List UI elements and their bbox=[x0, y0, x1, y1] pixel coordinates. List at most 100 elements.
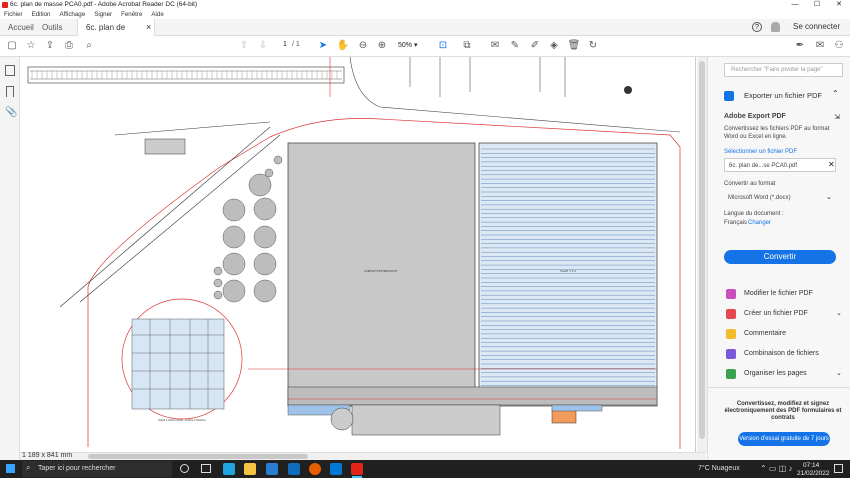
sign-in-link[interactable]: Se connecter bbox=[793, 22, 840, 31]
cortana-icon[interactable] bbox=[180, 464, 189, 473]
comment-tool-icon bbox=[726, 329, 736, 339]
export-pdf-header[interactable]: Exporter un fichier PDF ⌃ bbox=[724, 89, 848, 103]
document-canvas[interactable]: SURFACE D'EXTENSION HT HALLE n°3 A Détai… bbox=[20, 57, 696, 452]
fit-page-icon[interactable]: ⊡ bbox=[436, 39, 450, 53]
tool-organize[interactable]: Organiser les pages ⌄ bbox=[726, 367, 846, 381]
tab-close-button[interactable]: × bbox=[146, 19, 151, 36]
doc-language-label: Langue du document : bbox=[724, 211, 784, 217]
tools-search-input[interactable]: Rechercher "Faire pivoter la page" bbox=[724, 63, 843, 77]
right-tools-panel: Rechercher "Faire pivoter la page" Expor… bbox=[707, 57, 850, 460]
outlook-icon[interactable] bbox=[330, 463, 342, 475]
menu-help[interactable]: Aide bbox=[151, 10, 163, 19]
notification-icon[interactable] bbox=[834, 464, 843, 473]
tool-comment[interactable]: Commentaire bbox=[726, 327, 846, 341]
toolbar: ▢ ☆ ⇪ ⎙ ⌕ ⇧ ⇩ 1 / 1 ➤ ✋ ⊖ ⊕ 50% ▾ ⊡ ⧉ ✉ … bbox=[0, 36, 850, 57]
fill-sign-icon[interactable]: ✒ bbox=[793, 39, 807, 53]
horizontal-scrollbar[interactable]: 1 189 x 841 mm bbox=[20, 452, 706, 460]
page-number-input[interactable]: 1 bbox=[278, 41, 292, 52]
export-pdf-title: Exporter un fichier PDF bbox=[744, 91, 822, 100]
maximize-button[interactable]: ☐ bbox=[806, 0, 828, 10]
taskbar-search-box[interactable]: ⌕ Taper ici pour rechercher bbox=[22, 461, 172, 477]
acrobat-taskbar-icon[interactable] bbox=[351, 463, 363, 475]
close-window-button[interactable]: ✕ bbox=[828, 0, 850, 10]
save-icon[interactable]: ▢ bbox=[5, 39, 19, 53]
search-icon[interactable]: ⌕ bbox=[82, 39, 96, 53]
format-select[interactable]: Microsoft Word (*.docx) ⌄ bbox=[724, 191, 836, 205]
pin-icon[interactable]: ⇲ bbox=[834, 113, 840, 121]
firefox-icon[interactable] bbox=[309, 463, 321, 475]
tool-create-pdf[interactable]: Créer un fichier PDF ⌄ bbox=[726, 307, 846, 321]
tool-create-pdf-label: Créer un fichier PDF bbox=[744, 310, 808, 317]
tool-combine-label: Combinaison de fichiers bbox=[744, 350, 819, 357]
scroll-mode-icon[interactable]: ⧉ bbox=[460, 39, 474, 53]
bookmarks-icon[interactable] bbox=[6, 86, 14, 97]
free-trial-button[interactable]: Version d'essai gratuite de 7 jours bbox=[738, 432, 830, 446]
email-icon[interactable]: ✉ bbox=[813, 39, 827, 53]
share-icon[interactable]: ⚇ bbox=[832, 39, 846, 53]
page-down-icon[interactable]: ⇩ bbox=[256, 39, 270, 53]
select-cursor-icon[interactable]: ➤ bbox=[316, 39, 330, 53]
chevron-down-icon[interactable]: ⌄ bbox=[836, 367, 842, 381]
tool-combine[interactable]: Combinaison de fichiers bbox=[726, 347, 846, 361]
page-size-readout: 1 189 x 841 mm bbox=[22, 452, 73, 459]
create-pdf-icon bbox=[726, 309, 736, 319]
remove-file-icon[interactable]: ✕ bbox=[828, 160, 835, 169]
windows-start-icon[interactable] bbox=[6, 464, 15, 473]
zoom-value: 50% bbox=[398, 42, 413, 49]
share-upload-icon[interactable]: ⇪ bbox=[43, 39, 57, 53]
delete-icon[interactable]: 🗑 bbox=[567, 39, 581, 53]
select-pdf-link[interactable]: Sélectionner un fichier PDF bbox=[724, 148, 797, 156]
hand-icon[interactable]: ✋ bbox=[336, 39, 350, 53]
weather-status[interactable]: 7°C Nuageux bbox=[698, 465, 740, 472]
tool-organize-label: Organiser les pages bbox=[744, 370, 807, 377]
minimize-button[interactable]: — bbox=[784, 0, 806, 10]
thumbnails-icon[interactable] bbox=[5, 65, 15, 76]
taskbar-search-placeholder: Taper ici pour rechercher bbox=[38, 465, 116, 472]
combine-files-icon bbox=[726, 349, 736, 359]
tab-document[interactable]: 6c. plan de masse PCA0... × bbox=[77, 19, 155, 49]
selected-file-field[interactable]: 6c. plan de...se PCA0.pdf ✕ bbox=[724, 158, 836, 172]
zoom-select[interactable]: 50% ▾ bbox=[398, 41, 426, 49]
rotate-icon[interactable]: ↻ bbox=[586, 39, 600, 53]
zoom-in-icon[interactable]: ⊕ bbox=[375, 39, 389, 53]
chevron-down-icon[interactable]: ⌄ bbox=[836, 307, 842, 321]
building-right-label: HALLE n°3 A bbox=[560, 269, 576, 273]
bookmark-star-icon[interactable]: ☆ bbox=[24, 39, 38, 53]
print-icon[interactable]: ⎙ bbox=[62, 39, 76, 53]
hscrollbar-thumb[interactable] bbox=[88, 454, 308, 459]
clock-date[interactable]: 21/02/2022 bbox=[797, 470, 830, 477]
tab-tools[interactable]: Outils bbox=[34, 19, 70, 36]
edit-pdf-icon bbox=[726, 289, 736, 299]
chevron-up-icon[interactable]: ⌃ bbox=[832, 89, 839, 98]
question-icon[interactable]: ? bbox=[752, 22, 762, 32]
change-language-link[interactable]: Changer bbox=[748, 219, 771, 227]
clock-time[interactable]: 07:14 bbox=[803, 462, 819, 469]
zoom-out-icon[interactable]: ⊖ bbox=[356, 39, 370, 53]
tab-bar: Accueil Outils 6c. plan de masse PCA0...… bbox=[0, 19, 850, 49]
mail-icon[interactable] bbox=[288, 463, 300, 475]
convert-button[interactable]: Convertir bbox=[724, 250, 836, 264]
edge-icon[interactable] bbox=[223, 463, 235, 475]
tray-icons[interactable]: ⌃ ▭ ◫ ♪ bbox=[760, 464, 793, 473]
bell-icon[interactable] bbox=[771, 22, 780, 32]
page-up-icon[interactable]: ⇧ bbox=[237, 39, 251, 53]
tool-edit-pdf[interactable]: Modifier le fichier PDF bbox=[726, 287, 846, 301]
site-plan-drawing: SURFACE D'EXTENSION HT HALLE n°3 A Détai… bbox=[20, 57, 695, 452]
menu-file[interactable]: Fichier bbox=[4, 10, 23, 19]
stamp-icon[interactable]: ◈ bbox=[547, 39, 561, 53]
draw-icon[interactable]: ✐ bbox=[528, 39, 542, 53]
highlight-pen-icon[interactable]: ✎ bbox=[508, 39, 522, 53]
comment-icon[interactable]: ✉ bbox=[488, 39, 502, 53]
vertical-scrollbar[interactable] bbox=[697, 57, 707, 452]
scrollbar-thumb[interactable] bbox=[699, 61, 705, 439]
file-explorer-icon[interactable] bbox=[244, 463, 256, 475]
menu-sign[interactable]: Signer bbox=[94, 10, 112, 19]
export-service-title: Adobe Export PDF bbox=[724, 113, 786, 120]
task-view-icon[interactable] bbox=[201, 464, 211, 473]
attachment-icon[interactable]: 📎 bbox=[5, 107, 17, 118]
menu-edit[interactable]: Edition bbox=[32, 10, 51, 19]
left-navigation-rail: 📎 ◂ bbox=[0, 57, 24, 460]
menu-window[interactable]: Fenêtre bbox=[121, 10, 142, 19]
store-icon[interactable] bbox=[266, 463, 278, 475]
menu-view[interactable]: Affichage bbox=[60, 10, 86, 19]
